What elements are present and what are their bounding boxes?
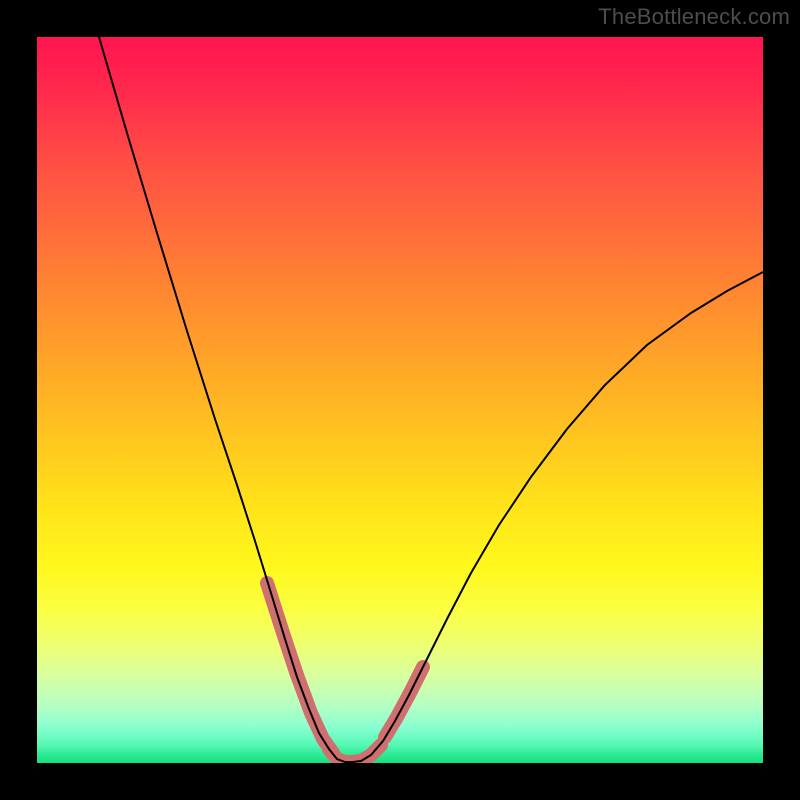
plot-area [37, 37, 763, 763]
watermark-text: TheBottleneck.com [598, 4, 790, 30]
highlight-segments [267, 583, 423, 762]
main-curve [99, 37, 763, 762]
highlight-left [267, 583, 333, 753]
chart-frame: TheBottleneck.com [0, 0, 800, 800]
curve-layer [37, 37, 763, 763]
